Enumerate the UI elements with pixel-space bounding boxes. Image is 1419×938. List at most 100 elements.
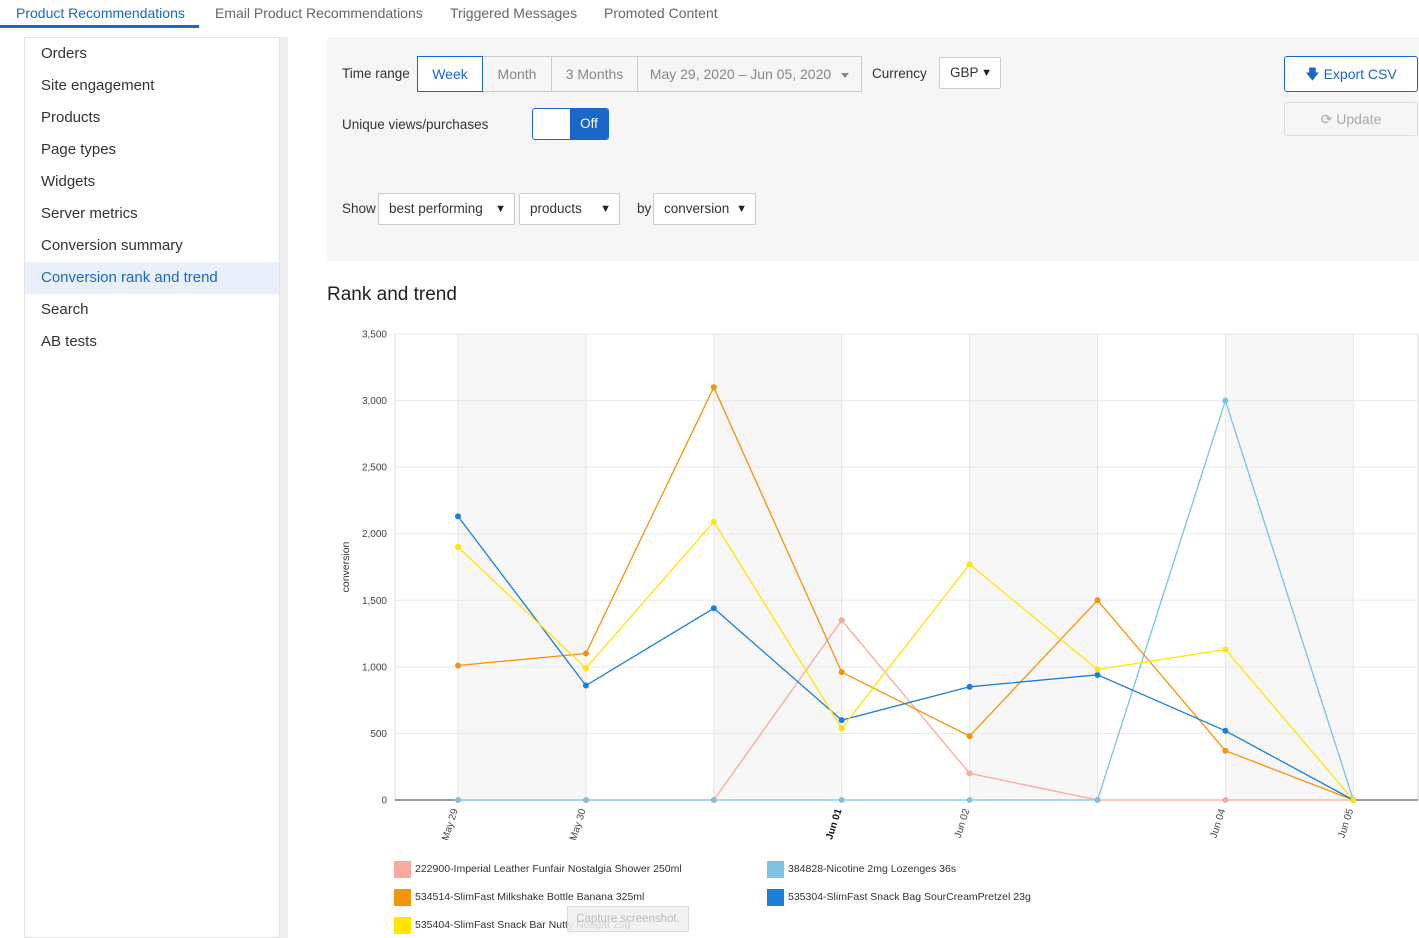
data-point (966, 797, 973, 803)
currency-select[interactable]: GBP ▼ (939, 57, 1001, 89)
sidebar-item-server-metrics[interactable]: Server metrics (25, 198, 279, 230)
metric-value: conversion (664, 201, 730, 216)
sidebar-item-conversion-summary[interactable]: Conversion summary (25, 230, 279, 262)
time-range-label: Time range (342, 66, 410, 81)
update-button[interactable]: ⟳ Update (1284, 102, 1418, 136)
currency-label: Currency (872, 66, 927, 81)
series-line (457, 516, 1354, 801)
x-tick-label: Jun 02 (953, 807, 973, 839)
y-tick-label: 2,500 (362, 463, 387, 474)
legend-item[interactable]: 222900-Imperial Leather Funfair Nostalgi… (394, 860, 682, 878)
data-point (710, 518, 717, 525)
sidebar-item-orders[interactable]: Orders (25, 38, 279, 70)
sidebar-item-site-engagement[interactable]: Site engagement (25, 70, 279, 102)
data-point (710, 605, 717, 612)
chevron-down-icon: ▼ (736, 203, 747, 215)
update-label: Update (1336, 111, 1382, 127)
y-tick-label: 2,000 (362, 529, 387, 540)
legend-label: 534514-SlimFast Milkshake Bottle Banana … (415, 891, 645, 904)
y-tick-label: 1,000 (362, 662, 387, 673)
date-range-value: May 29, 2020 – Jun 05, 2020 (649, 66, 832, 82)
range-3-months-button[interactable]: 3 Months (551, 56, 638, 92)
sidebar-item-search[interactable]: Search (25, 294, 279, 326)
legend-swatch (394, 916, 411, 934)
data-point (455, 797, 461, 803)
data-point (838, 669, 845, 676)
sidebar-item-page-types[interactable]: Page types (25, 134, 279, 166)
sidebar-item-ab-tests[interactable]: AB tests (25, 326, 279, 358)
data-point (966, 561, 973, 568)
sidebar-item-conversion-rank-and-trend[interactable]: Conversion rank and trend (25, 262, 279, 294)
data-point (966, 770, 973, 777)
x-tick-label: Jun 01 (824, 807, 844, 840)
data-point (582, 682, 589, 689)
tab-product-recommendations[interactable]: Product Recommendations (16, 5, 185, 21)
rank-trend-chart: 0 500 1,000 1,500 2,000 2,500 3,000 3,500 May 2… (340, 330, 1419, 840)
legend-label: 222900-Imperial Leather Funfair Nostalgi… (415, 863, 682, 876)
caret-down-icon (841, 72, 850, 78)
legend-label: 384828-Nicotine 2mg Lozenges 36s (788, 863, 957, 876)
legend-item[interactable]: 534514-SlimFast Milkshake Bottle Banana … (394, 888, 644, 906)
legend-item[interactable]: 535304-SlimFast Snack Bag SourCreamPretz… (767, 888, 1031, 906)
y-tick-label: 500 (370, 729, 387, 740)
active-tab-indicator (0, 25, 199, 28)
by-label: by (637, 201, 652, 216)
toggle-state: Off (570, 109, 608, 139)
download-icon: 🡇 (1305, 66, 1320, 82)
x-tick-label: May 30 (568, 807, 589, 840)
legend-swatch (767, 860, 784, 878)
x-tick-label: Jun 04 (1209, 807, 1229, 839)
unique-views-toggle[interactable]: Off (532, 108, 609, 140)
x-tick-label: Jun 05 (1336, 807, 1356, 839)
data-point (1222, 797, 1229, 803)
legend-swatch (394, 888, 411, 906)
chart-series (455, 384, 1357, 803)
y-tick-label: 3,500 (362, 330, 387, 341)
data-point (1094, 671, 1101, 678)
data-point (582, 650, 589, 657)
legend-label: 535304-SlimFast Snack Bag SourCreamPretz… (788, 891, 1031, 904)
sidebar-item-products[interactable]: Products (25, 102, 279, 134)
filter-panel: Time range Week Month 3 Months May 29, 2… (327, 37, 1419, 261)
data-point (838, 725, 845, 732)
y-axis: 0 500 1,000 1,500 2,000 2,500 3,000 3,500 (362, 330, 387, 807)
entity-value: products (530, 201, 582, 216)
legend-swatch (394, 860, 411, 878)
y-tick-label: 1,500 (362, 596, 387, 607)
currency-value: GBP (950, 65, 979, 80)
content-gutter (280, 37, 288, 938)
range-month-button[interactable]: Month (482, 56, 552, 92)
export-csv-button[interactable]: 🡇 Export CSV (1284, 56, 1418, 92)
capture-screenshot-overlay[interactable]: Capture screenshot. (567, 906, 689, 932)
y-axis-label: conversion (340, 541, 352, 592)
chart-band (458, 334, 586, 800)
data-point (1094, 797, 1101, 803)
data-point (838, 617, 845, 624)
metric-select[interactable]: conversion ▼ (653, 193, 756, 225)
data-point (455, 662, 461, 669)
series-line (457, 520, 1354, 801)
chart-band (1225, 334, 1354, 800)
show-label: Show (342, 201, 376, 216)
unique-views-label: Unique views/purchases (342, 117, 489, 132)
export-csv-label: Export CSV (1323, 66, 1397, 82)
x-axis: May 29 May 30 Jun 01 Jun 02 Jun 04 Jun 05 (440, 807, 1356, 840)
data-point (1350, 797, 1357, 803)
data-point (1094, 597, 1101, 604)
sidebar-item-widgets[interactable]: Widgets (25, 166, 279, 198)
range-week-button[interactable]: Week (417, 56, 483, 92)
data-point (838, 717, 845, 724)
date-range-picker[interactable]: May 29, 2020 – Jun 05, 2020 (637, 56, 862, 92)
chevron-down-icon: ▼ (495, 203, 506, 215)
tab-email-product-recommendations[interactable]: Email Product Recommendations (215, 5, 423, 21)
legend-swatch (767, 888, 784, 906)
performance-select[interactable]: best performing ▼ (378, 193, 515, 225)
tab-triggered-messages[interactable]: Triggered Messages (450, 5, 577, 21)
chevron-down-icon: ▼ (600, 203, 611, 215)
series-line (457, 385, 1354, 801)
performance-value: best performing (389, 201, 483, 216)
y-tick-label: 3,000 (362, 396, 387, 407)
tab-promoted-content[interactable]: Promoted Content (604, 5, 718, 21)
entity-select[interactable]: products ▼ (519, 193, 620, 225)
legend-item[interactable]: 384828-Nicotine 2mg Lozenges 36s (767, 860, 956, 878)
